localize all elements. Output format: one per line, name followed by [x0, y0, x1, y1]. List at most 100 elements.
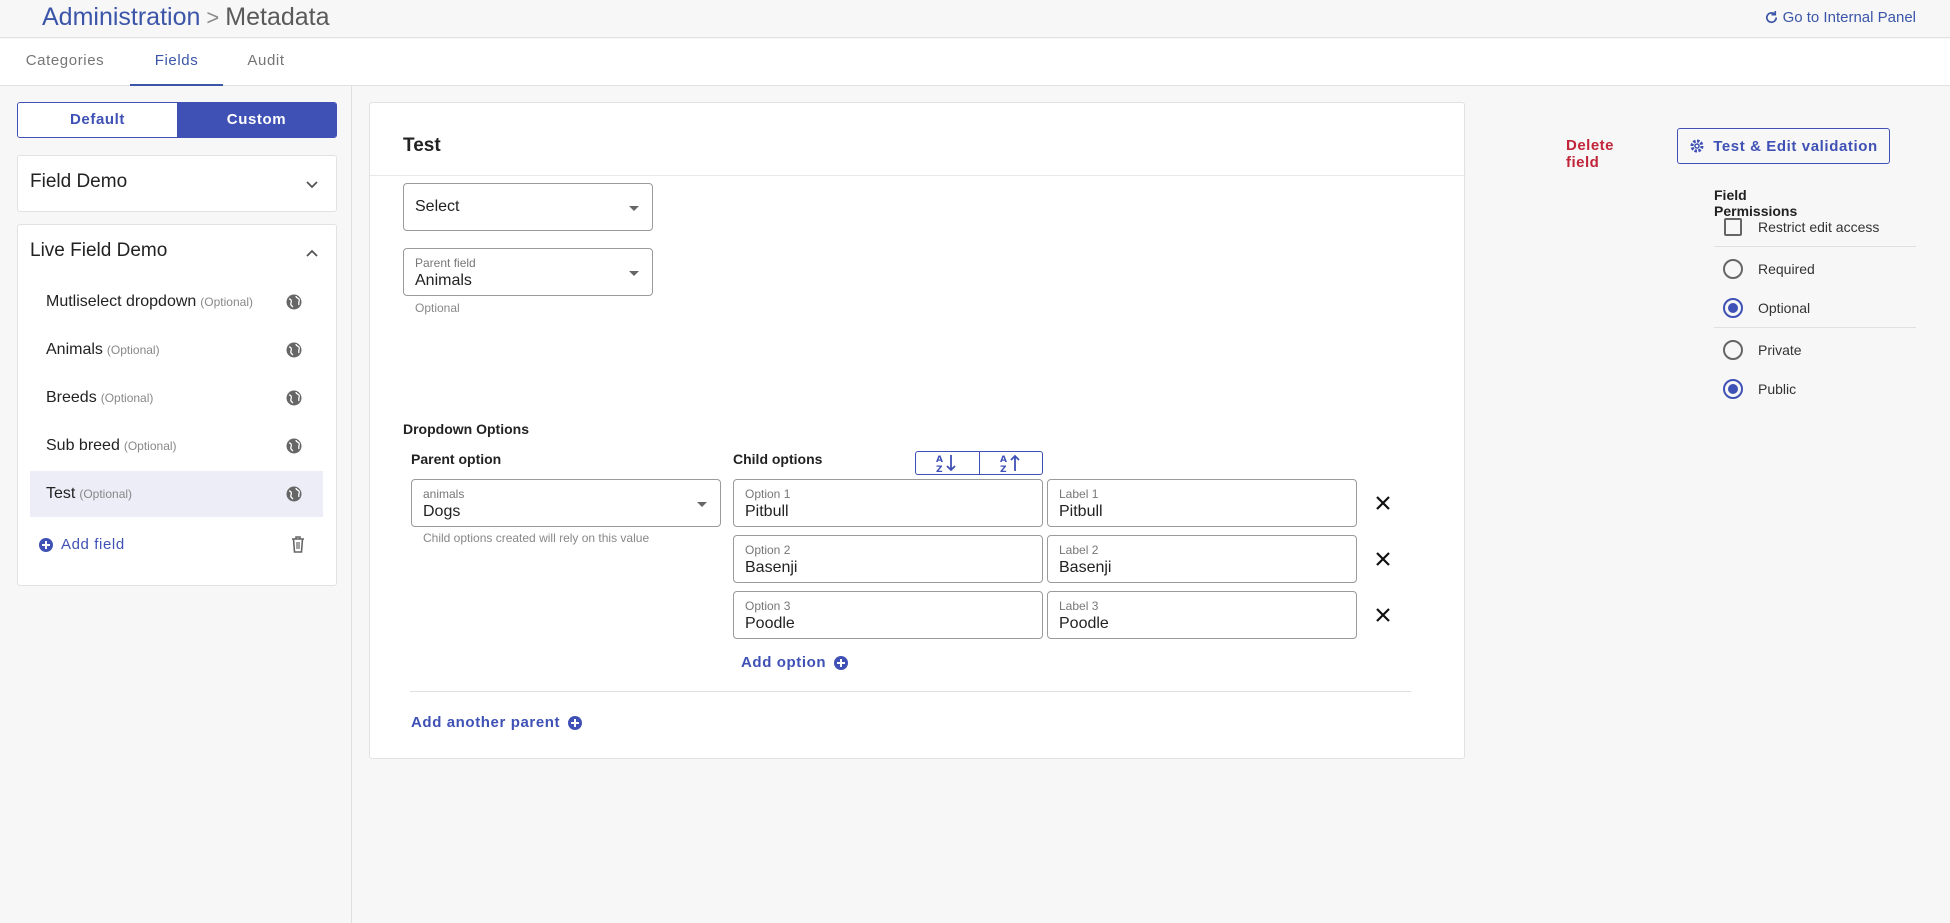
default-custom-toggle: Default Custom [17, 102, 337, 138]
default-toggle-button[interactable]: Default [18, 103, 177, 137]
tab-categories[interactable]: Categories [14, 39, 116, 86]
sort-ascending-button[interactable]: AZ [916, 452, 979, 474]
parent-option-title: Parent option [411, 451, 502, 467]
option-value: Poodle [745, 615, 795, 632]
label-value: Poodle [1059, 615, 1109, 632]
field-name: Test [46, 485, 76, 502]
parent-option-value: Dogs [423, 503, 461, 520]
public-radio[interactable] [1723, 379, 1743, 399]
label-label: Label 3 [1059, 599, 1099, 613]
sidebar: Default Custom Field Demo Live Field Dem… [0, 86, 352, 923]
field-name: Animals [46, 341, 103, 358]
panel-title: Live Field Demo [30, 240, 168, 261]
top-bar: Administration > Metadata Go to Internal… [0, 0, 1950, 38]
trash-icon[interactable] [290, 535, 306, 553]
child-label-input[interactable]: Label 3 Poodle [1047, 591, 1357, 639]
add-circle-icon [568, 715, 583, 730]
panel-title: Field Demo [30, 171, 128, 192]
breadcrumb-metadata: Metadata [225, 3, 330, 31]
child-options-title: Child options [733, 451, 823, 467]
child-option-input[interactable]: Option 3 Poodle [733, 591, 1043, 639]
field-optional-tag: (Optional) [79, 487, 133, 501]
private-label: Private [1758, 342, 1802, 358]
restrict-edit-access-row[interactable]: Restrict edit access [1714, 207, 1916, 247]
test-edit-validation-button[interactable]: Test & Edit validation [1677, 128, 1890, 164]
svg-text:Z: Z [1000, 465, 1007, 473]
label-label: Label 2 [1059, 543, 1099, 557]
add-option-button[interactable]: Add option [741, 654, 849, 671]
public-radio-row[interactable]: Public [1714, 369, 1916, 409]
close-icon[interactable] [1373, 549, 1393, 569]
svg-text:A: A [936, 455, 943, 465]
private-radio-row[interactable]: Private [1714, 330, 1916, 370]
close-icon[interactable] [1373, 493, 1393, 513]
field-type-select[interactable]: Select [403, 183, 653, 231]
svg-text:Z: Z [936, 465, 943, 473]
add-circle-icon [39, 537, 53, 552]
add-field-label: Add field [61, 536, 125, 553]
internal-panel-label: Go to Internal Panel [1782, 9, 1916, 26]
field-item-breeds[interactable]: Breeds (Optional) [30, 375, 323, 421]
close-icon[interactable] [1373, 605, 1393, 625]
sort-az-up-icon: AZ [1000, 454, 1020, 473]
required-radio-row[interactable]: Required [1714, 249, 1916, 289]
field-item-animals[interactable]: Animals (Optional) [30, 327, 323, 373]
field-name: Sub breed [46, 437, 120, 454]
label-label: Label 1 [1059, 487, 1099, 501]
restrict-edit-access-checkbox[interactable] [1724, 217, 1742, 236]
add-parent-label: Add another parent [411, 714, 561, 731]
add-field-button[interactable]: Add field [39, 536, 125, 553]
live-field-demo-panel: Live Field Demo Mutliselect dropdown (Op… [17, 224, 337, 586]
breadcrumb-administration[interactable]: Administration [42, 3, 200, 32]
chevron-up-icon[interactable] [304, 245, 320, 261]
label-value: Pitbull [1059, 503, 1103, 520]
field-item-multiselect[interactable]: Mutliselect dropdown (Optional) [30, 279, 323, 325]
dropdown-options-title: Dropdown Options [403, 421, 529, 437]
custom-toggle-button[interactable]: Custom [177, 103, 336, 137]
svg-text:A: A [1000, 455, 1007, 465]
field-editor-card: Test Delete field Test & Edit validation… [369, 102, 1916, 759]
label-value: Basenji [1059, 559, 1112, 576]
refresh-icon [1765, 10, 1777, 24]
delete-field-button[interactable]: Delete field [1566, 137, 1614, 171]
option-value: Basenji [745, 559, 798, 576]
globe-icon [286, 294, 302, 310]
option-label: Option 2 [745, 543, 791, 557]
child-label-input[interactable]: Label 2 Basenji [1047, 535, 1357, 583]
tab-fields[interactable]: Fields [130, 39, 223, 86]
required-radio[interactable] [1723, 259, 1743, 279]
globe-icon [286, 342, 302, 358]
field-optional-tag: (Optional) [123, 439, 177, 453]
add-another-parent-button[interactable]: Add another parent [411, 714, 583, 731]
child-option-input[interactable]: Option 1 Pitbull [733, 479, 1043, 527]
public-label: Public [1758, 381, 1797, 397]
sort-descending-button[interactable]: AZ [978, 452, 1043, 474]
internal-panel-link[interactable]: Go to Internal Panel [1764, 9, 1916, 26]
field-item-test[interactable]: Test (Optional) [30, 471, 323, 517]
child-option-input[interactable]: Option 2 Basenji [733, 535, 1043, 583]
breadcrumb: Administration > Metadata [42, 3, 330, 32]
tab-audit[interactable]: Audit [229, 39, 303, 86]
parent-field-helper: Optional [415, 301, 460, 315]
options-divider [410, 691, 1411, 692]
parent-field-select[interactable]: Parent field Animals [403, 248, 653, 296]
optional-radio-row[interactable]: Optional [1714, 288, 1916, 328]
parent-option-label: animals [423, 487, 465, 501]
parent-option-helper: Child options created will rely on this … [423, 531, 650, 545]
field-optional-tag: (Optional) [100, 391, 154, 405]
parent-option-select[interactable]: animals Dogs [411, 479, 721, 527]
private-radio[interactable] [1723, 340, 1743, 360]
add-option-label: Add option [741, 654, 827, 671]
globe-icon [286, 438, 302, 454]
parent-field-label: Parent field [415, 256, 476, 270]
chevron-down-icon[interactable] [304, 176, 320, 192]
child-label-input[interactable]: Label 1 Pitbull [1047, 479, 1357, 527]
field-item-sub-breed[interactable]: Sub breed (Optional) [30, 423, 323, 469]
caret-down-icon [697, 502, 707, 507]
tab-bar: Categories Fields Audit [0, 39, 1950, 86]
option-value: Pitbull [745, 503, 789, 520]
field-demo-panel[interactable]: Field Demo [17, 155, 337, 212]
caret-down-icon [629, 206, 639, 211]
optional-radio[interactable] [1723, 297, 1743, 318]
globe-icon [286, 390, 302, 406]
